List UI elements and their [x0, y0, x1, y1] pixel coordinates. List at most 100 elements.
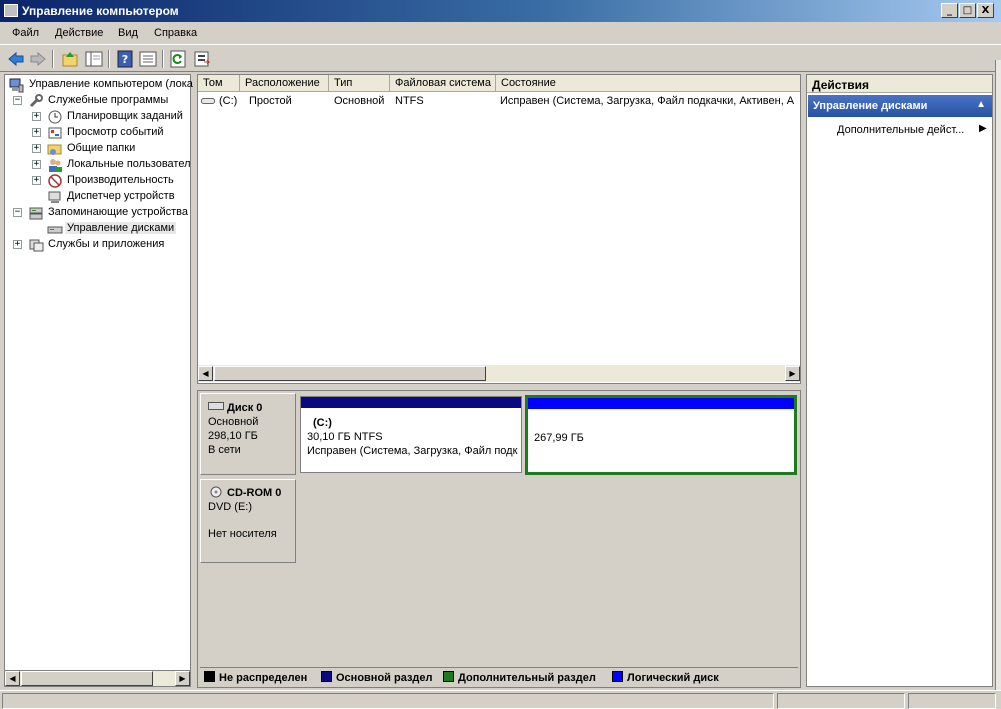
- clock-icon: [47, 109, 63, 125]
- scroll-right-icon[interactable]: ▶: [175, 671, 190, 686]
- performance-icon: [47, 173, 63, 189]
- legend-swatch: [612, 671, 623, 682]
- column-header: Том Расположение Тип Файловая система Со…: [198, 75, 800, 92]
- partition-c-label: (C:): [313, 417, 332, 429]
- disk-0-size: 298,10 ГБ: [208, 430, 258, 442]
- menu-action[interactable]: Действие: [55, 27, 103, 39]
- actions-header: Действия: [807, 75, 992, 93]
- scroll-thumb[interactable]: [21, 671, 153, 686]
- computer-management-icon: [8, 77, 24, 93]
- menu-help[interactable]: Справка: [154, 27, 197, 39]
- disk-0-name: Диск 0: [227, 402, 263, 414]
- minimize-button[interactable]: _: [941, 3, 958, 18]
- column-type[interactable]: Тип: [329, 75, 390, 92]
- extended-partition[interactable]: 267,99 ГБ: [525, 395, 797, 475]
- refresh-icon[interactable]: [168, 49, 188, 69]
- legend-extended: Дополнительный раздел: [443, 671, 596, 684]
- menu-view[interactable]: Вид: [118, 27, 138, 39]
- legend-primary: Основной раздел: [321, 671, 433, 684]
- cdrom-icon: [208, 486, 224, 501]
- status-panel-3: [908, 693, 996, 709]
- cdrom-0-kind: DVD (E:): [208, 501, 252, 513]
- export-list-icon[interactable]: [192, 49, 212, 69]
- legend: Не распределен Основной раздел Дополните…: [200, 667, 798, 685]
- computer-management-icon: [4, 4, 18, 17]
- svg-text:?: ?: [122, 53, 128, 66]
- partition-extended-size: 267,99 ГБ: [534, 432, 584, 444]
- disk-icon: [208, 401, 224, 414]
- cdrom-0-area[interactable]: [298, 479, 800, 563]
- forward-icon[interactable]: [28, 49, 48, 69]
- services-icon: [28, 237, 44, 253]
- expand-icon[interactable]: +: [13, 240, 22, 249]
- partition-c-size: 30,10 ГБ NTFS: [307, 431, 383, 443]
- toolbar: ?: [0, 44, 1001, 72]
- logical-drive-bar: [528, 398, 794, 409]
- storage-icon: [28, 205, 44, 221]
- collapse-icon[interactable]: −: [13, 208, 22, 217]
- status-panel-main: [2, 693, 774, 709]
- tools-icon: [28, 93, 44, 109]
- window-title: Управление компьютером: [22, 4, 179, 18]
- scroll-left-icon[interactable]: ◀: [5, 671, 20, 686]
- legend-logical: Логический диск: [612, 671, 719, 684]
- help-icon[interactable]: ?: [115, 49, 135, 69]
- window-right-edge: [995, 60, 1001, 690]
- cdrom-0-name: CD-ROM 0: [227, 487, 282, 499]
- column-layout[interactable]: Расположение: [240, 75, 329, 92]
- console-tree: Управление компьютером (лока − Служебные…: [4, 74, 193, 687]
- menu-file[interactable]: Файл: [12, 27, 39, 39]
- disk-0-kind: Основной: [208, 416, 259, 428]
- legend-swatch: [204, 671, 215, 682]
- back-icon[interactable]: [6, 49, 26, 69]
- shared-folder-icon: [47, 141, 63, 157]
- collapse-icon[interactable]: −: [13, 96, 22, 105]
- cell-status: Исправен (Система, Загрузка, Файл подкач…: [500, 95, 795, 107]
- cell-layout: Простой: [249, 95, 292, 107]
- drive-icon: [201, 96, 215, 109]
- submenu-arrow-icon: ▶: [979, 123, 987, 134]
- expand-icon[interactable]: +: [32, 112, 41, 121]
- expand-icon[interactable]: +: [32, 160, 41, 169]
- actions-pane: Действия Управление дисками ▲ Дополнител…: [806, 74, 993, 687]
- disk-map: Диск 0 Основной 298,10 ГБ В сети (C:) 30…: [197, 390, 801, 688]
- scroll-right-icon[interactable]: ▶: [785, 366, 800, 381]
- menu-bar: Файл Действие Вид Справка: [0, 22, 1001, 44]
- title-bar: Управление компьютером _ □ X: [0, 0, 1001, 22]
- expand-icon[interactable]: +: [32, 176, 41, 185]
- primary-partition-bar: [301, 397, 521, 408]
- collapse-up-icon[interactable]: ▲: [976, 99, 986, 110]
- users-icon: [47, 157, 63, 173]
- disk-management-icon: [47, 221, 63, 237]
- legend-unallocated: Не распределен: [204, 671, 307, 684]
- volume-horizontal-scrollbar[interactable]: ◀ ▶: [198, 365, 800, 382]
- column-status[interactable]: Состояние: [496, 75, 800, 92]
- column-volume[interactable]: Том: [198, 75, 240, 92]
- actions-section-disk-management[interactable]: Управление дисками ▲: [808, 95, 992, 117]
- status-panel-2: [777, 693, 905, 709]
- cdrom-0-state: Нет носителя: [208, 528, 277, 540]
- cell-filesystem: NTFS: [395, 95, 424, 107]
- volume-list: Том Расположение Тип Файловая система Со…: [197, 74, 801, 384]
- disk-0-state: В сети: [208, 444, 241, 456]
- cdrom-0-info[interactable]: CD-ROM 0 DVD (E:) Нет носителя: [200, 479, 296, 563]
- column-filesystem[interactable]: Файловая система: [390, 75, 496, 92]
- show-hide-tree-icon[interactable]: [84, 49, 104, 69]
- up-folder-icon[interactable]: [60, 49, 80, 69]
- scroll-left-icon[interactable]: ◀: [198, 366, 213, 381]
- tree-horizontal-scrollbar[interactable]: ◀ ▶: [4, 670, 191, 687]
- device-manager-icon: [47, 189, 63, 205]
- more-actions-item[interactable]: Дополнительные дейст...: [837, 124, 964, 136]
- expand-icon[interactable]: +: [32, 144, 41, 153]
- maximize-button[interactable]: □: [959, 3, 976, 18]
- properties-icon[interactable]: [138, 49, 158, 69]
- scroll-thumb[interactable]: [214, 366, 486, 381]
- partition-c-status: Исправен (Система, Загрузка, Файл подк: [307, 445, 518, 457]
- close-button[interactable]: X: [977, 3, 994, 18]
- status-bar: [0, 690, 1001, 709]
- expand-icon[interactable]: +: [32, 128, 41, 137]
- legend-swatch: [443, 671, 454, 682]
- partition-c[interactable]: (C:) 30,10 ГБ NTFS Исправен (Система, За…: [300, 396, 522, 473]
- disk-0-info[interactable]: Диск 0 Основной 298,10 ГБ В сети: [200, 393, 296, 475]
- event-viewer-icon: [47, 125, 63, 141]
